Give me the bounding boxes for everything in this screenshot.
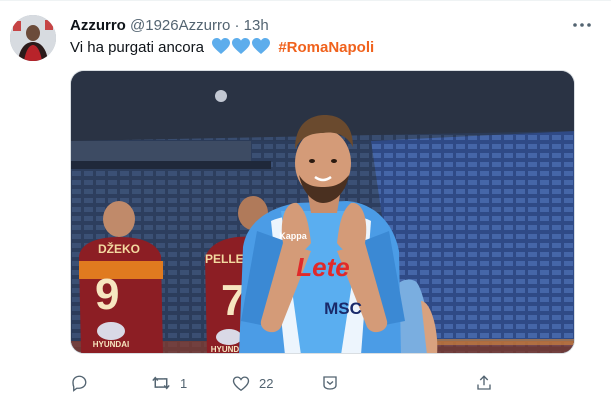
retweet-count: 1	[180, 375, 188, 391]
tweet[interactable]: Azzurro @1926Azzurro · 13h Vi ha purgati…	[0, 0, 611, 414]
blue-heart-icon	[232, 38, 251, 54]
roma-player-1-name: DŽEKO	[98, 241, 140, 256]
retweet-button[interactable]: 1	[151, 373, 187, 393]
share-menu-button[interactable]	[321, 373, 339, 393]
more-options-icon[interactable]	[571, 15, 593, 35]
author-handle[interactable]: @1926Azzurro	[130, 17, 230, 34]
blue-hearts-emoji	[212, 38, 271, 55]
heart-icon	[232, 375, 250, 391]
retweet-icon	[152, 376, 170, 390]
tweet-timestamp[interactable]: 13h	[244, 17, 269, 34]
blue-heart-icon	[212, 38, 231, 54]
bookmark-share-icon	[323, 376, 337, 390]
tweet-photo[interactable]: DŽEKO 9 HYUNDAI PELLEGRINI 7 HYUNDAI Let…	[70, 70, 575, 354]
like-button[interactable]: 22	[232, 373, 273, 393]
tweet-text: Vi ha purgati ancora #RomaNapoli	[70, 38, 374, 58]
hashtag-link[interactable]: #RomaNapoli	[278, 39, 374, 56]
napoli-brand-kappa: Kappa	[279, 231, 308, 241]
blue-heart-icon	[252, 38, 271, 54]
author-avatar[interactable]	[10, 15, 56, 61]
share-icon	[477, 375, 491, 390]
roma-player-1-number: 9	[95, 270, 119, 319]
napoli-sponsor-lete: Lete	[296, 252, 349, 282]
share-button[interactable]	[475, 373, 493, 393]
like-count: 22	[259, 375, 274, 391]
reply-icon	[72, 375, 87, 392]
author-name[interactable]: Azzurro	[70, 17, 126, 34]
tweet-actions: 1 22	[70, 373, 500, 393]
reply-button[interactable]	[70, 373, 97, 393]
napoli-sponsor-msc: MSC	[324, 299, 362, 318]
roma-sponsor-1: HYUNDAI	[93, 340, 129, 349]
separator-dot: ·	[234, 17, 240, 34]
tweet-header: Azzurro @1926Azzurro · 13h	[70, 16, 269, 36]
tweet-text-body: Vi ha purgati ancora	[70, 39, 204, 56]
